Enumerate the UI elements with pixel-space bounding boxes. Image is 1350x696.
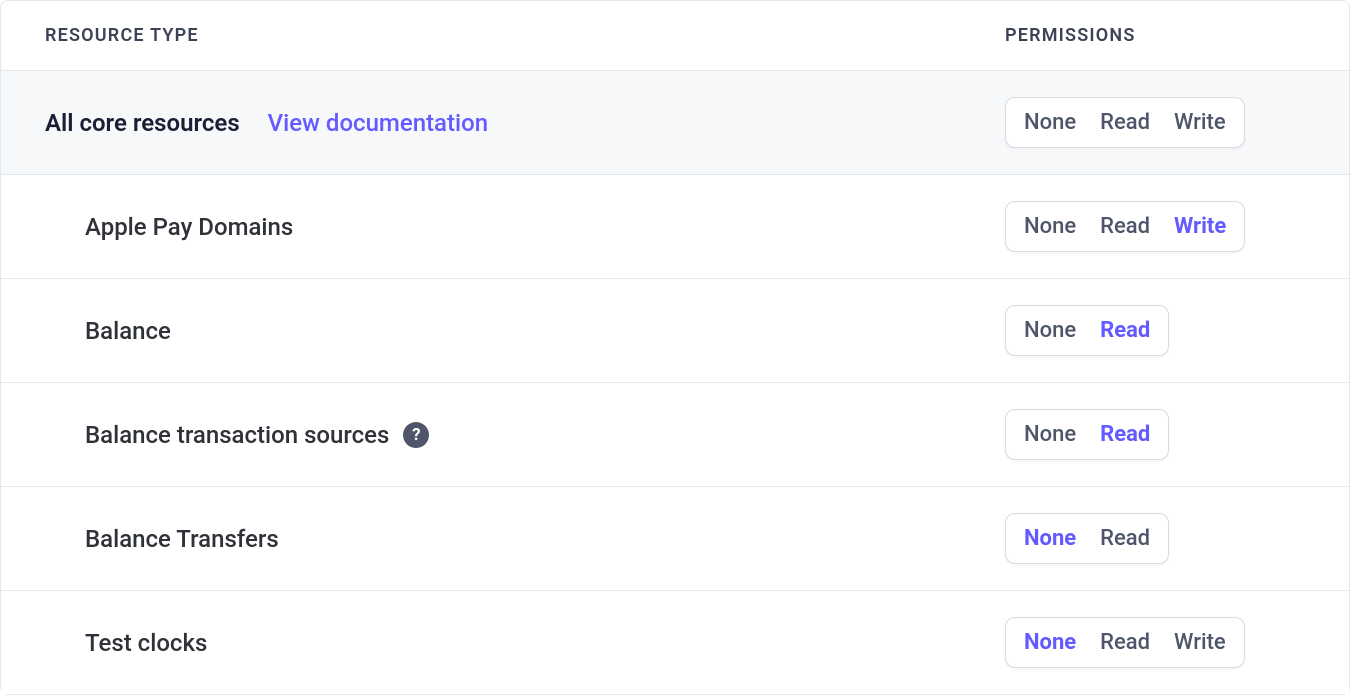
perm-group: None Read <box>1005 409 1169 460</box>
perm-read-apple-pay[interactable]: Read <box>1088 206 1162 247</box>
resource-label: Balance transaction sources <box>85 421 389 449</box>
row-test-clocks: Test clocks None Read Write <box>1 591 1349 694</box>
perm-cell: None Read Write <box>1005 617 1305 668</box>
resource-label: Balance Transfers <box>85 525 279 553</box>
table-header-row: RESOURCE TYPE PERMISSIONS <box>1 1 1349 71</box>
perm-none-balance[interactable]: None <box>1012 310 1088 351</box>
row-balance-transfers: Balance Transfers None Read <box>1 487 1349 591</box>
permissions-table: RESOURCE TYPE PERMISSIONS All core resou… <box>0 0 1350 695</box>
resource-cell: Balance Transfers <box>45 525 1005 553</box>
perm-read-all-core[interactable]: Read <box>1088 102 1162 143</box>
perm-group: None Read <box>1005 305 1169 356</box>
row-balance-transaction-sources: Balance transaction sources ? None Read <box>1 383 1349 487</box>
perm-cell-all-core: None Read Write <box>1005 97 1305 148</box>
perm-read-balance[interactable]: Read <box>1088 310 1162 351</box>
perm-cell: None Read <box>1005 409 1305 460</box>
resource-label: Apple Pay Domains <box>85 213 293 241</box>
help-icon[interactable]: ? <box>403 422 429 448</box>
perm-none-all-core[interactable]: None <box>1012 102 1088 143</box>
resource-cell: Balance <box>45 317 1005 345</box>
perm-write-apple-pay[interactable]: Write <box>1162 206 1238 247</box>
perm-cell: None Read <box>1005 513 1305 564</box>
resource-cell-all-core: All core resources View documentation <box>45 109 1005 137</box>
resource-cell: Apple Pay Domains <box>45 213 1005 241</box>
row-apple-pay-domains: Apple Pay Domains None Read Write <box>1 175 1349 279</box>
perm-group: None Read <box>1005 513 1169 564</box>
perm-none-test-clocks[interactable]: None <box>1012 622 1088 663</box>
view-documentation-link[interactable]: View documentation <box>268 109 488 137</box>
perm-cell: None Read Write <box>1005 201 1305 252</box>
resource-cell: Balance transaction sources ? <box>45 421 1005 449</box>
perm-read-bts[interactable]: Read <box>1088 414 1162 455</box>
perm-group: None Read Write <box>1005 201 1245 252</box>
perm-write-all-core[interactable]: Write <box>1162 102 1238 143</box>
perm-group-all-core: None Read Write <box>1005 97 1245 148</box>
row-all-core-resources: All core resources View documentation No… <box>1 71 1349 175</box>
resource-cell: Test clocks <box>45 629 1005 657</box>
perm-none-balance-transfers[interactable]: None <box>1012 518 1088 559</box>
perm-read-test-clocks[interactable]: Read <box>1088 622 1162 663</box>
perm-none-bts[interactable]: None <box>1012 414 1088 455</box>
row-balance: Balance None Read <box>1 279 1349 383</box>
header-resource-type: RESOURCE TYPE <box>45 25 1005 46</box>
perm-write-test-clocks[interactable]: Write <box>1162 622 1238 663</box>
resource-label: Test clocks <box>85 629 207 657</box>
resource-label: Balance <box>85 317 171 345</box>
perm-none-apple-pay[interactable]: None <box>1012 206 1088 247</box>
perm-read-balance-transfers[interactable]: Read <box>1088 518 1162 559</box>
perm-group: None Read Write <box>1005 617 1245 668</box>
perm-cell: None Read <box>1005 305 1305 356</box>
resource-label-all-core: All core resources <box>45 109 240 137</box>
header-permissions: PERMISSIONS <box>1005 25 1305 46</box>
